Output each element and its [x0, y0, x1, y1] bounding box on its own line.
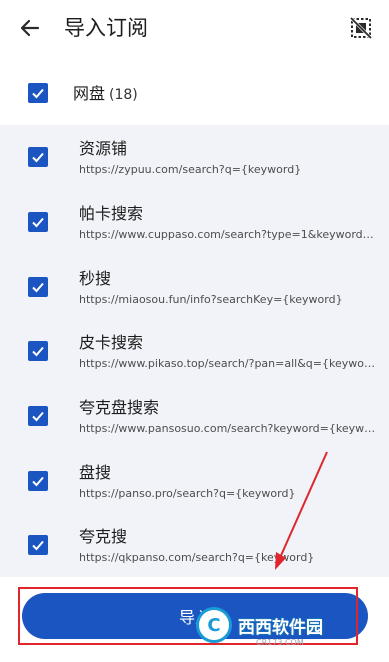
group-checkbox[interactable] [28, 83, 48, 103]
check-icon [32, 217, 44, 228]
item-name: 秒搜 [79, 269, 112, 288]
arrow-left-icon [20, 19, 40, 37]
item-url: https://www.pansosuo.com/search?keyword=… [79, 422, 379, 435]
item-url: https://miaosou.fun/info?searchKey={keyw… [79, 293, 343, 306]
watermark-sub: CR173.COM [256, 638, 304, 647]
back-button[interactable] [14, 12, 46, 44]
check-icon [32, 88, 44, 99]
item-url: https://panso.pro/search?q={keyword} [79, 487, 296, 500]
list-item[interactable]: 皮卡搜索 https://www.pikaso.top/search/?pan=… [0, 319, 389, 384]
item-url: https://zypuu.com/search?q={keyword} [79, 163, 302, 176]
item-name: 资源铺 [79, 139, 128, 158]
item-checkbox[interactable] [28, 535, 48, 555]
deselect-all-icon [350, 17, 372, 39]
app-bar: 导入订阅 [0, 0, 389, 58]
list-item[interactable]: 盘搜 https://panso.pro/search?q={keyword} [0, 449, 389, 514]
item-checkbox[interactable] [28, 277, 48, 297]
item-checkbox[interactable] [28, 147, 48, 167]
deselect-all-button[interactable] [347, 14, 375, 42]
check-icon [32, 346, 44, 357]
item-name: 皮卡搜索 [79, 333, 144, 352]
item-name: 夸克搜 [79, 527, 128, 546]
item-checkbox[interactable] [28, 341, 48, 361]
group-row-netdisk[interactable]: 网盘 (18) [0, 70, 389, 122]
list-item[interactable]: 夸克搜 https://qkpanso.com/search?q={keywor… [0, 513, 389, 578]
subscription-list: 资源铺 https://zypuu.com/search?q={keyword}… [0, 125, 389, 577]
page-title: 导入订阅 [64, 16, 148, 40]
check-icon [32, 411, 44, 422]
item-checkbox[interactable] [28, 406, 48, 426]
watermark: C 西西软件园 CR173.COM [196, 602, 366, 648]
watermark-text: 西西软件园 [238, 617, 323, 638]
check-icon [32, 282, 44, 293]
list-item[interactable]: 资源铺 https://zypuu.com/search?q={keyword} [0, 125, 389, 190]
group-label: 网盘 (18) [73, 83, 138, 106]
check-icon [32, 540, 44, 551]
item-name: 夸克盘搜索 [79, 398, 160, 417]
item-name: 盘搜 [79, 463, 112, 482]
item-checkbox[interactable] [28, 471, 48, 491]
item-url: https://www.pikaso.top/search/?pan=all&q… [79, 357, 379, 370]
group-count: (18) [109, 87, 138, 103]
item-checkbox[interactable] [28, 212, 48, 232]
watermark-logo-icon: C [196, 607, 232, 643]
check-icon [32, 476, 44, 487]
list-item[interactable]: 夸克盘搜索 https://www.pansosuo.com/search?ke… [0, 384, 389, 449]
item-url: https://www.cuppaso.com/search?type=1&ke… [79, 228, 379, 241]
item-url: https://qkpanso.com/search?q={keyword} [79, 551, 315, 564]
list-item[interactable]: 秒搜 https://miaosou.fun/info?searchKey={k… [0, 255, 389, 320]
group-name: 网盘 [73, 84, 106, 103]
check-icon [32, 152, 44, 163]
item-name: 帕卡搜索 [79, 204, 144, 223]
list-item[interactable]: 帕卡搜索 https://www.cuppaso.com/search?type… [0, 190, 389, 255]
